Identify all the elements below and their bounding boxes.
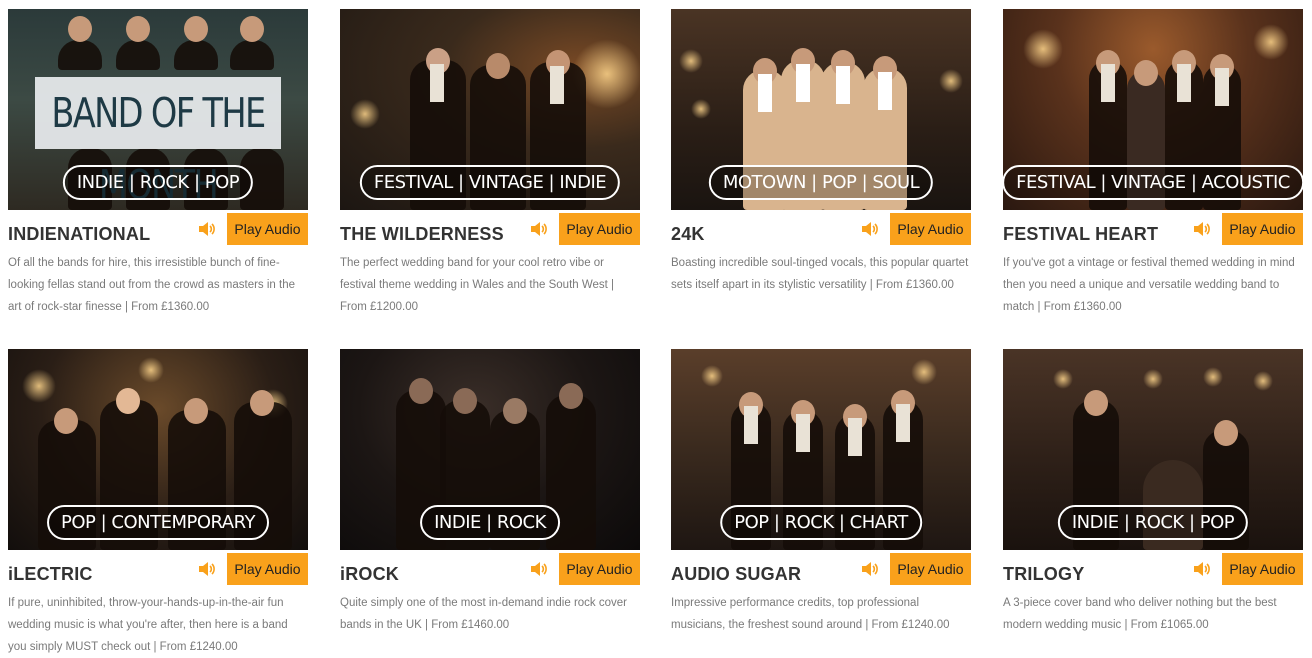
genre-tag: INDIE | ROCK | POP: [62, 165, 254, 200]
speaker-icon[interactable]: [1193, 561, 1211, 577]
band-photo[interactable]: INDIE | ROCK | POP: [1003, 349, 1303, 550]
speaker-icon[interactable]: [530, 221, 548, 237]
band-name[interactable]: FESTIVAL HEART: [1003, 224, 1158, 245]
play-audio-button[interactable]: Play Audio: [890, 553, 971, 585]
play-audio-button[interactable]: Play Audio: [559, 553, 640, 585]
play-audio-button[interactable]: Play Audio: [1222, 553, 1303, 585]
band-description: The perfect wedding band for your cool r…: [340, 257, 615, 313]
band-photo[interactable]: POP | ROCK | CHART: [671, 349, 971, 550]
band-name[interactable]: iROCK: [340, 564, 399, 585]
band-photo[interactable]: BAND OF THE MONTH INDIE | ROCK | POP: [8, 9, 308, 210]
play-audio-button[interactable]: Play Audio: [559, 213, 640, 245]
genre-tag: FESTIVAL | VINTAGE | INDIE: [359, 165, 621, 200]
speaker-icon[interactable]: [198, 221, 216, 237]
play-audio-button[interactable]: Play Audio: [890, 213, 971, 245]
speaker-icon[interactable]: [861, 561, 879, 577]
band-name[interactable]: AUDIO SUGAR: [671, 564, 801, 585]
band-name[interactable]: iLECTRIC: [8, 564, 93, 585]
band-description: Impressive performance credits, top prof…: [671, 597, 950, 631]
speaker-icon[interactable]: [861, 221, 879, 237]
band-name[interactable]: 24K: [671, 224, 705, 245]
band-description: A 3-piece cover band who deliver nothing…: [1003, 597, 1277, 631]
speaker-icon[interactable]: [198, 561, 216, 577]
band-description: If you've got a vintage or festival them…: [1003, 257, 1295, 313]
genre-tag: INDIE | ROCK | POP: [1057, 505, 1249, 540]
band-of-the-month-banner: BAND OF THE MONTH: [35, 77, 281, 209]
play-audio-button[interactable]: Play Audio: [227, 553, 308, 585]
band-photo[interactable]: FESTIVAL | VINTAGE | INDIE: [340, 9, 640, 210]
band-photo[interactable]: INDIE | ROCK: [340, 349, 640, 550]
band-name[interactable]: THE WILDERNESS: [340, 224, 504, 245]
genre-tag: POP | ROCK | CHART: [720, 505, 922, 540]
genre-tag: MOTOWN | POP | SOUL: [708, 165, 934, 200]
genre-tag: FESTIVAL | VINTAGE | ACOUSTIC: [1003, 165, 1303, 200]
band-description: Boasting incredible soul-tinged vocals, …: [671, 257, 969, 291]
band-name[interactable]: TRILOGY: [1003, 564, 1084, 585]
band-description: Quite simply one of the most in-demand i…: [340, 597, 627, 631]
band-photo[interactable]: MOTOWN | POP | SOUL: [671, 9, 971, 210]
genre-tag: INDIE | ROCK: [420, 505, 560, 540]
band-photo[interactable]: FESTIVAL | VINTAGE | ACOUSTIC: [1003, 9, 1303, 210]
speaker-icon[interactable]: [1193, 221, 1211, 237]
band-photo[interactable]: POP | CONTEMPORARY: [8, 349, 308, 550]
genre-tag: POP | CONTEMPORARY: [47, 505, 269, 540]
play-audio-button[interactable]: Play Audio: [227, 213, 308, 245]
speaker-icon[interactable]: [530, 561, 548, 577]
band-grid: BAND OF THE MONTH INDIE | ROCK | POP IND…: [0, 0, 1312, 657]
play-audio-button[interactable]: Play Audio: [1222, 213, 1303, 245]
band-description: Of all the bands for hire, this irresist…: [8, 257, 296, 313]
band-name[interactable]: INDIENATIONAL: [8, 224, 150, 245]
band-description: If pure, uninhibited, throw-your-hands-u…: [8, 597, 288, 653]
